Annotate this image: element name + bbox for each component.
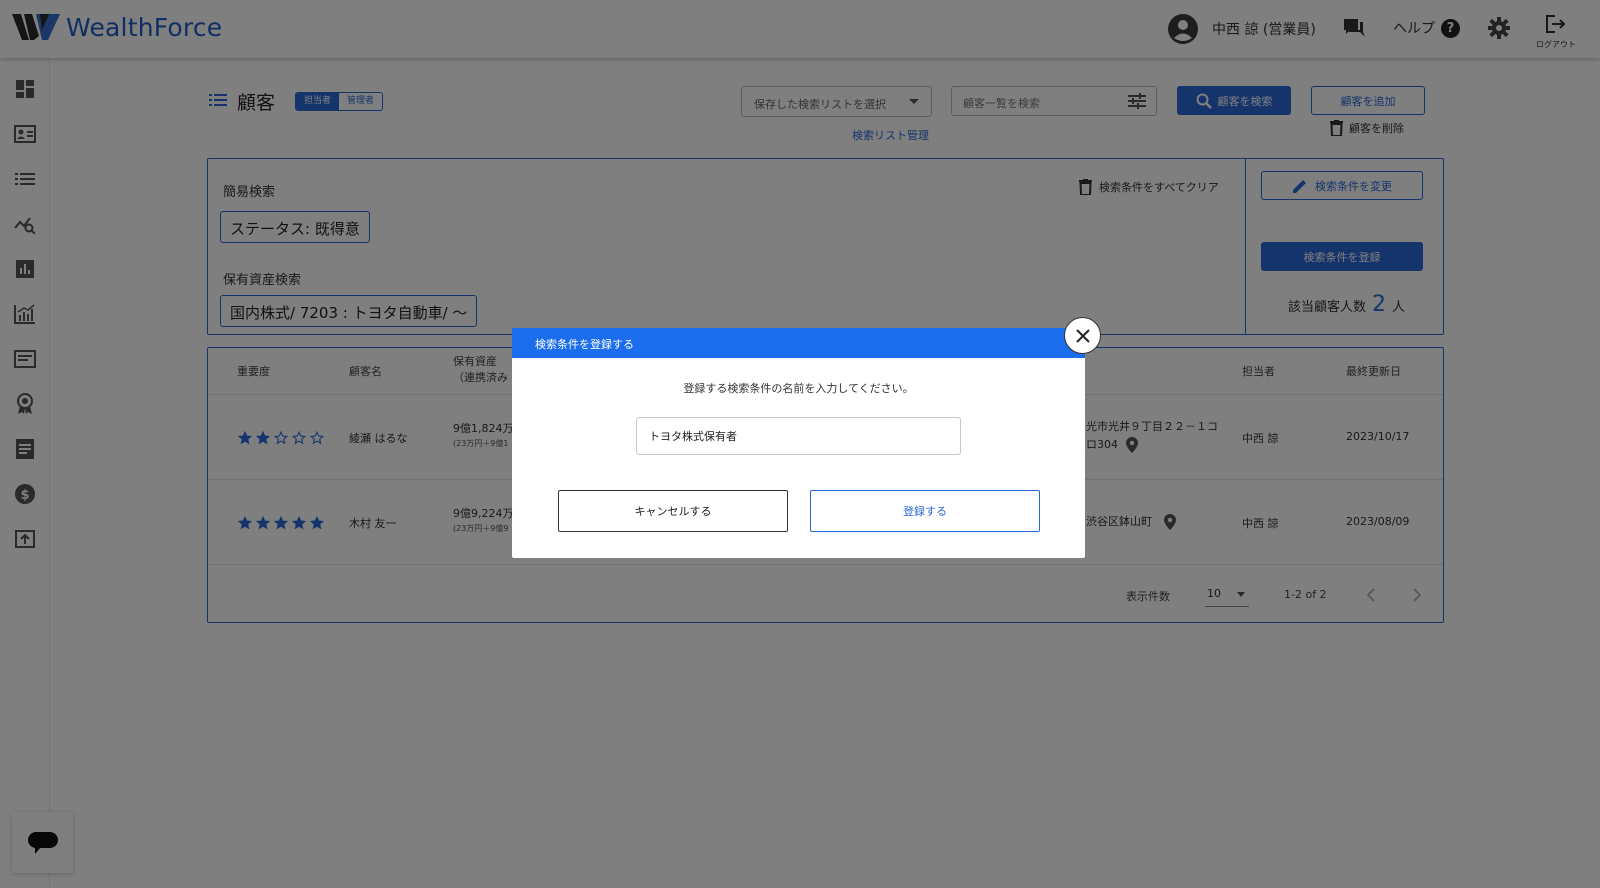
cancel-button[interactable]: キャンセルする	[558, 490, 788, 532]
close-icon	[1075, 328, 1090, 343]
app-root: WealthForce 中西 諒 (営業員) ヘルプ ?	[0, 0, 1600, 888]
register-search-dialog: 検索条件を登録する 登録する検索条件の名前を入力してください。 キャンセルする …	[512, 328, 1085, 558]
dialog-title: 検索条件を登録する	[512, 328, 1085, 358]
search-name-input[interactable]	[636, 417, 961, 455]
dialog-message: 登録する検索条件の名前を入力してください。	[683, 382, 914, 395]
dialog-close-button[interactable]	[1064, 317, 1101, 354]
submit-register-button[interactable]: 登録する	[810, 490, 1040, 532]
